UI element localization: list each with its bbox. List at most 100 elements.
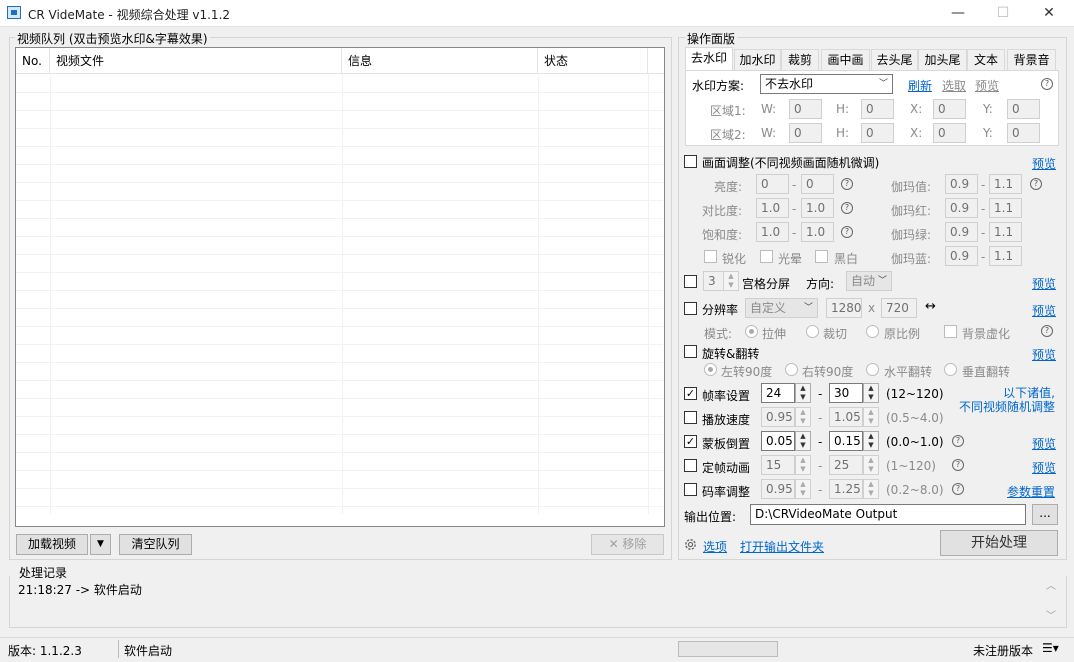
resolution-preview-link[interactable]: 预览: [1032, 302, 1056, 319]
region1-w[interactable]: 0: [789, 99, 822, 119]
tab-bgm[interactable]: 背景音: [1007, 49, 1056, 70]
refresh-link[interactable]: 刷新: [908, 77, 932, 94]
left90-radio[interactable]: [704, 363, 717, 376]
grid-count-spinner[interactable]: ▲ ▼: [723, 271, 739, 291]
load-dropdown-button[interactable]: ▼: [90, 534, 111, 555]
vflip-radio[interactable]: [944, 363, 957, 376]
mask-preview-link[interactable]: 预览: [1032, 435, 1056, 452]
gamma-red-max[interactable]: 1.1: [989, 198, 1022, 218]
bitrate-checkbox[interactable]: [684, 483, 697, 496]
framerate-max-spinner[interactable]: ▲ ▼: [863, 383, 879, 403]
region1-y[interactable]: 0: [1007, 99, 1040, 119]
ratio-radio[interactable]: [866, 325, 879, 338]
browse-button[interactable]: ...: [1032, 504, 1058, 525]
gamma-green-max[interactable]: 1.1: [989, 222, 1022, 242]
help-icon[interactable]: ?: [841, 226, 853, 238]
freeze-checkbox[interactable]: [684, 459, 697, 472]
mask-min[interactable]: 0.05: [761, 431, 795, 451]
video-queue-list[interactable]: No. 视频文件 信息 状态: [15, 47, 665, 527]
col-info[interactable]: 信息: [342, 48, 538, 74]
mask-checkbox[interactable]: ✓: [684, 435, 697, 448]
mask-min-spinner[interactable]: ▲ ▼: [795, 431, 811, 451]
contrast-min[interactable]: 1.0: [756, 198, 789, 218]
right90-radio[interactable]: [785, 363, 798, 376]
maximize-button[interactable]: ☐: [980, 0, 1026, 27]
resolution-mode-select[interactable]: 自定义 ﹀: [745, 298, 818, 318]
help-icon[interactable]: ?: [841, 202, 853, 214]
gamma-blue-min[interactable]: 0.9: [945, 246, 978, 266]
close-button[interactable]: ✕: [1026, 0, 1072, 27]
tab-remove-watermark[interactable]: 去水印: [685, 47, 733, 71]
picture-preview-link[interactable]: 预览: [1032, 155, 1056, 172]
help-icon[interactable]: ?: [1041, 325, 1053, 337]
col-file[interactable]: 视频文件: [50, 48, 342, 74]
contrast-max[interactable]: 1.0: [801, 198, 834, 218]
speed-max-spinner[interactable]: ▲ ▼: [863, 407, 879, 427]
freeze-max-spinner[interactable]: ▲ ▼: [863, 455, 879, 475]
bitrate-min[interactable]: 0.95: [761, 479, 795, 499]
menu-icon[interactable]: ☰▾: [1042, 641, 1059, 655]
brightness-max[interactable]: 0: [801, 174, 834, 194]
col-status[interactable]: 状态: [538, 48, 648, 74]
swap-icon[interactable]: ↔: [925, 299, 936, 314]
brightness-min[interactable]: 0: [756, 174, 789, 194]
region2-w[interactable]: 0: [789, 123, 822, 143]
mask-max-spinner[interactable]: ▲ ▼: [863, 431, 879, 451]
framerate-max[interactable]: 30: [829, 383, 863, 403]
gamma-blue-max[interactable]: 1.1: [989, 246, 1022, 266]
picture-adjust-checkbox[interactable]: [684, 155, 697, 168]
framerate-min[interactable]: 24: [761, 383, 795, 403]
direction-select[interactable]: 自动 ﹀: [846, 271, 892, 291]
grid-count-input[interactable]: 3: [703, 271, 724, 291]
freeze-min[interactable]: 15: [761, 455, 795, 475]
tab-text[interactable]: 文本: [967, 49, 1005, 70]
output-path-input[interactable]: D:\CRVideoMate Output: [750, 504, 1026, 525]
region2-x[interactable]: 0: [933, 123, 966, 143]
freeze-preview-link[interactable]: 预览: [1032, 459, 1056, 476]
region1-h[interactable]: 0: [861, 99, 894, 119]
scheme-select[interactable]: 不去水印 ﹀: [760, 74, 893, 94]
open-output-folder-link[interactable]: 打开输出文件夹: [740, 538, 824, 555]
help-icon[interactable]: ?: [952, 435, 964, 447]
load-video-button[interactable]: 加载视频: [16, 534, 88, 555]
region2-h[interactable]: 0: [861, 123, 894, 143]
saturation-min[interactable]: 1.0: [756, 222, 789, 242]
stretch-radio[interactable]: [745, 325, 758, 338]
reset-params-link[interactable]: 参数重置: [1007, 483, 1055, 500]
scroll-up-icon[interactable]: ︿: [1046, 577, 1056, 592]
blur-bg-checkbox[interactable]: [944, 325, 957, 338]
help-icon[interactable]: ?: [1041, 78, 1053, 90]
resolution-height[interactable]: 720: [881, 298, 917, 318]
gamma-min[interactable]: 0.9: [945, 174, 978, 194]
grid-preview-link[interactable]: 预览: [1032, 275, 1056, 292]
gear-icon[interactable]: [683, 537, 698, 552]
options-link[interactable]: 选项: [703, 538, 727, 555]
bitrate-max-spinner[interactable]: ▲ ▼: [863, 479, 879, 499]
region2-y[interactable]: 0: [1007, 123, 1040, 143]
framerate-min-spinner[interactable]: ▲ ▼: [795, 383, 811, 403]
bitrate-max[interactable]: 1.25: [829, 479, 863, 499]
gamma-max[interactable]: 1.1: [989, 174, 1022, 194]
freeze-min-spinner[interactable]: ▲ ▼: [795, 455, 811, 475]
tab-add-watermark[interactable]: 加水印: [734, 49, 781, 70]
resolution-width[interactable]: 1280: [826, 298, 862, 318]
start-processing-button[interactable]: 开始处理: [940, 530, 1058, 556]
col-no[interactable]: No.: [16, 48, 50, 74]
speed-checkbox[interactable]: [684, 411, 697, 424]
help-icon[interactable]: ?: [841, 178, 853, 190]
tab-trim[interactable]: 去头尾: [871, 49, 918, 70]
grid-split-checkbox[interactable]: [684, 275, 697, 288]
preview-link[interactable]: 预览: [975, 77, 999, 94]
freeze-max[interactable]: 25: [829, 455, 863, 475]
help-icon[interactable]: ?: [952, 483, 964, 495]
sharpen-checkbox[interactable]: [704, 250, 717, 263]
speed-max[interactable]: 1.05: [829, 407, 863, 427]
framerate-checkbox[interactable]: ✓: [684, 387, 697, 400]
tab-crop[interactable]: 裁剪: [781, 49, 819, 70]
bitrate-min-spinner[interactable]: ▲ ▼: [795, 479, 811, 499]
clear-queue-button[interactable]: 清空队列: [119, 534, 192, 555]
log-area[interactable]: [9, 576, 1067, 628]
speed-min[interactable]: 0.95: [761, 407, 795, 427]
tab-pip[interactable]: 画中画: [821, 49, 870, 70]
saturation-max[interactable]: 1.0: [801, 222, 834, 242]
